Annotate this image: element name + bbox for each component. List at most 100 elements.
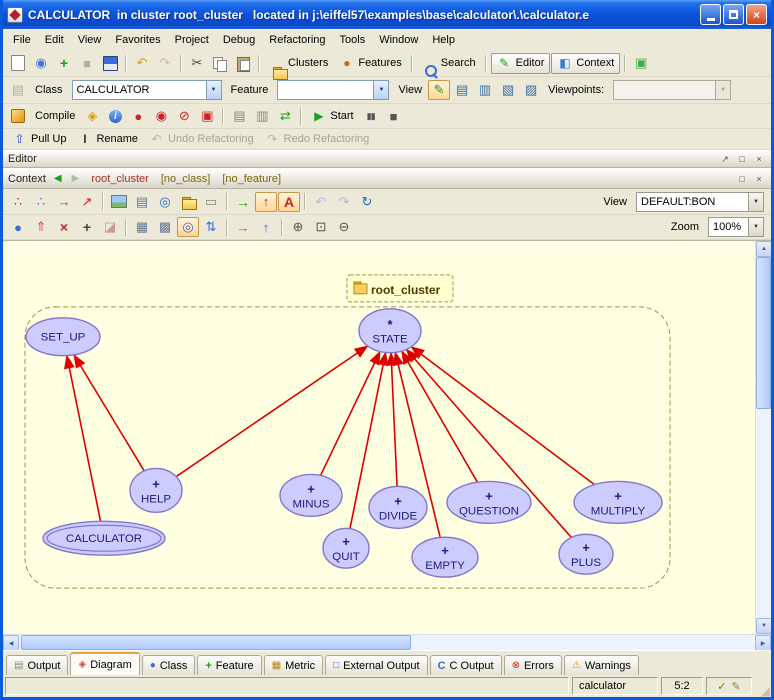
debug-item-icon[interactable]: ▣ [196,106,218,126]
class-node-minus[interactable]: +MINUS [280,474,342,516]
tab-errors[interactable]: ⊗Errors [504,655,562,675]
menu-refactoring[interactable]: Refactoring [262,31,332,49]
class-combo[interactable]: CALCULATOR▼ [72,80,222,100]
open-cluster-icon[interactable] [177,192,199,212]
chevron-down-icon[interactable]: ▼ [373,81,388,99]
horizontal-scrollbar[interactable]: ◀ ▶ [3,634,771,650]
context-cluster-link[interactable]: root_cluster [87,173,148,185]
basic-text-view-icon[interactable]: ✎ [428,80,450,100]
sort-icon[interactable]: ⇅ [200,217,222,237]
tab-output[interactable]: ▤Output [6,655,68,675]
interface-view-icon[interactable]: ▨ [520,80,542,100]
close-pane-icon[interactable]: × [752,172,766,185]
eraser-tool-icon[interactable]: ◪ [99,217,121,237]
run-no-break-icon[interactable]: ◉ [150,106,172,126]
inheritance-edge-minus-state[interactable] [321,352,380,476]
supplier-depth-icon[interactable]: ↑ [255,217,277,237]
undo-icon[interactable]: ↶ [131,53,153,73]
class-node-divide[interactable]: +DIVIDE [369,486,427,528]
inheritance-toggle-icon[interactable]: ⇑ [30,217,52,237]
tab-c-output[interactable]: CC Output [430,655,502,675]
minimize-button[interactable] [700,4,721,25]
new-document-icon[interactable] [7,53,29,73]
save-icon[interactable] [99,53,121,73]
diagram-canvas[interactable]: root_clusterSET_UP*STATE+HELPCALCULATOR+… [3,241,755,634]
redo-refactoring-button[interactable]: ↷Redo Refactoring [260,129,375,149]
tab-metric[interactable]: ▦Metric [264,655,323,675]
layout-tree-icon[interactable]: ▩ [154,217,176,237]
class-node-quit[interactable]: +QUIT [323,528,369,568]
tab-external-output[interactable]: □External Output [325,655,427,675]
editor-pane-header[interactable]: Editor ↗ □ × [3,150,771,168]
maximize-pane-icon[interactable]: □ [735,172,749,185]
stop-debug-icon[interactable]: ■ [383,106,405,126]
paste-icon[interactable] [232,53,254,73]
zoom-out-icon[interactable]: ⊖ [333,217,355,237]
zoom-in-icon[interactable]: ⊕ [287,217,309,237]
class-node-empty[interactable]: +EMPTY [412,537,478,577]
clickable-view-icon[interactable]: ▤ [451,80,473,100]
layout-force-icon[interactable]: ◎ [177,217,199,237]
scroll-left-icon[interactable]: ◀ [3,635,19,651]
vertical-scrollbar[interactable]: ▲ ▼ [755,241,771,634]
scroll-right-icon[interactable]: ▶ [755,635,771,651]
context-back-icon[interactable]: ◀ [52,173,64,184]
features-button[interactable]: ●Features [334,53,406,73]
inheritance-edge-help-set_up[interactable] [74,355,144,471]
diagram-redo-icon[interactable]: ↷ [333,192,355,212]
client-link-tool-icon[interactable]: → [53,192,75,212]
info-icon[interactable] [104,106,126,126]
labels-toggle-icon[interactable]: A [278,192,300,212]
crop-icon[interactable]: ▭ [200,192,222,212]
close-button[interactable]: × [746,4,767,25]
menu-file[interactable]: File [6,31,38,49]
chevron-down-icon[interactable]: ▼ [748,218,763,236]
class-node-multiply[interactable]: +MULTIPLY [574,481,662,523]
chevron-down-icon[interactable]: ▼ [206,81,221,99]
class-node-calculator[interactable]: CALCULATOR [43,521,165,555]
menu-window[interactable]: Window [372,31,425,49]
horizontal-scroll-track[interactable] [19,635,755,650]
new-item-icon[interactable]: + [53,53,75,73]
context-forward-icon[interactable]: ▶ [70,173,82,184]
lock-outputs-icon[interactable]: ▥ [251,106,273,126]
horizontal-scroll-thumb[interactable] [21,635,411,650]
inheritance-link-tool-icon[interactable]: ↗ [76,192,98,212]
menu-debug[interactable]: Debug [216,31,262,49]
melt-icon[interactable] [7,106,29,126]
search-button[interactable]: Search [417,53,481,73]
export-image-icon[interactable] [108,192,130,212]
raise-outputs-icon[interactable]: ▤ [228,106,250,126]
start-button[interactable]: ▶Start [306,106,358,126]
menu-tools[interactable]: Tools [333,31,373,49]
undock-pane-icon[interactable]: ↗ [718,153,732,166]
class-node-set_up[interactable]: SET_UP [26,318,100,356]
maximize-button[interactable] [723,4,744,25]
copy-icon[interactable] [209,53,231,73]
stop-disabled-icon[interactable]: ■ [76,53,98,73]
context-pane-header[interactable]: Context ◀ ▶ root_cluster [no_class] [no_… [3,168,771,189]
delete-tool-icon[interactable]: × [53,217,75,237]
class-node-help[interactable]: +HELP [130,468,182,512]
shallow-view-icon[interactable]: ↑ [255,192,277,212]
quality-toggle-icon[interactable]: ● [7,217,29,237]
title-bar[interactable]: CALCULATOR in cluster root_cluster locat… [3,0,771,29]
context-button[interactable]: ◧Context [551,53,620,74]
bon-class-diagram[interactable]: root_clusterSET_UP*STATE+HELPCALCULATOR+… [3,241,755,634]
diagram-refresh-icon[interactable]: ↻ [356,192,378,212]
client-depth-icon[interactable]: → [232,217,254,237]
inheritance-edge-divide-state[interactable] [391,353,397,487]
inheritance-edge-calculator-set_up[interactable] [67,356,101,522]
sync-context-icon[interactable]: ⇄ [274,106,296,126]
print-diagram-icon[interactable]: ▤ [131,192,153,212]
redo-icon[interactable]: ↷ [154,53,176,73]
editor-button[interactable]: ✎Editor [491,53,551,74]
menu-project[interactable]: Project [168,31,216,49]
handle-tool-icon[interactable]: + [76,217,98,237]
tab-warnings[interactable]: ⚠Warnings [564,655,639,675]
contract-view-icon[interactable]: ▧ [497,80,519,100]
rename-button[interactable]: IRename [72,129,143,149]
close-pane-icon[interactable]: × [752,153,766,166]
ignore-breakpoints-icon[interactable]: ⊘ [173,106,195,126]
tab-class[interactable]: ●Class [142,655,196,675]
